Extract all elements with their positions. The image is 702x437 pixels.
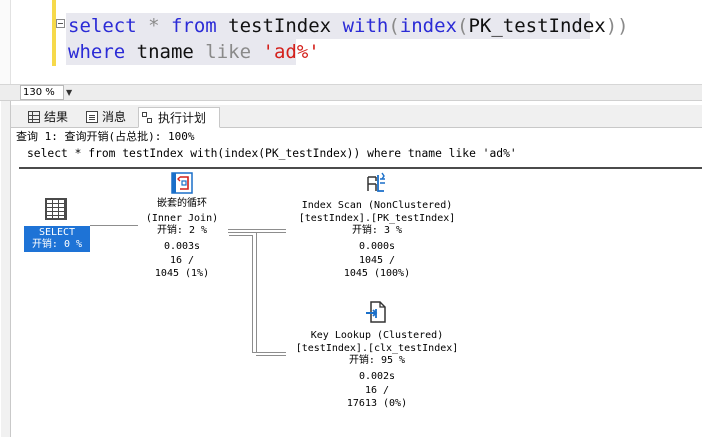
- tab-messages-label: 消息: [102, 110, 127, 124]
- select-node[interactable]: SELECT 开销: 0 %: [24, 226, 90, 252]
- key-lookup-name: Key Lookup (Clustered): [310, 330, 444, 341]
- nested-loop-estimate: 1045 (1%): [154, 268, 210, 279]
- tab-results[interactable]: 结果: [25, 107, 77, 127]
- query-text: select * from testIndex with(index(PK_te…: [27, 147, 517, 160]
- keyword-from: from: [170, 15, 217, 37]
- collapse-icon[interactable]: [56, 19, 65, 28]
- keyword-like: like: [205, 41, 252, 63]
- connector-nl-lookup-c: [256, 233, 257, 353]
- change-tracking-bar: [52, 0, 56, 66]
- paren-token: )): [605, 15, 629, 37]
- string-literal: 'ad%': [262, 41, 320, 63]
- index-scan-time: 0.000s: [358, 241, 396, 252]
- nested-loop-icon[interactable]: [170, 171, 194, 195]
- select-node-cost: 开销: 0 %: [31, 239, 83, 250]
- keyword-with: with: [342, 15, 389, 37]
- tab-execution-plan-label: 执行计划: [158, 110, 207, 125]
- results-tabbar: 结果 消息 执行计划: [11, 105, 702, 128]
- index-scan-rows: 1045 /: [358, 255, 396, 266]
- select-node-icon[interactable]: [45, 198, 67, 220]
- star-token: *: [136, 15, 171, 37]
- nested-loop-cost: 开销: 2 %: [156, 225, 208, 236]
- index-name-token: PK_testIndex: [468, 15, 606, 37]
- zoom-bar: 130 % ▼: [0, 84, 702, 101]
- index-scan-name: Index Scan (NonClustered): [301, 200, 453, 211]
- code-line-2[interactable]: where tname like 'ad%': [68, 39, 320, 65]
- tab-messages[interactable]: 消息: [83, 107, 139, 127]
- key-lookup-estimate: 17613 (0%): [346, 398, 408, 409]
- index-scan-estimate: 1045 (100%): [343, 268, 411, 279]
- nested-loop-time: 0.003s: [163, 241, 201, 252]
- sql-editor[interactable]: select * from testIndex with(index(PK_te…: [0, 0, 702, 84]
- connector-nl-lookup-d: [252, 352, 286, 353]
- results-left-margin: [1, 101, 10, 437]
- key-lookup-icon[interactable]: [364, 300, 388, 324]
- tab-results-label: 结果: [44, 110, 69, 124]
- plan-separator: [19, 167, 702, 169]
- grid-icon: [28, 111, 40, 123]
- tab-execution-plan[interactable]: 执行计划: [138, 107, 220, 128]
- table-name-token: testIndex: [216, 15, 343, 37]
- code-line-1[interactable]: select * from testIndex with(index(PK_te…: [68, 13, 629, 39]
- connector-nl-lookup-b: [252, 235, 253, 352]
- chevron-down-icon[interactable]: ▼: [66, 88, 72, 97]
- keyword-select: select: [68, 15, 137, 37]
- select-node-name: SELECT: [38, 227, 76, 238]
- zoom-dropdown[interactable]: 130 %: [20, 85, 64, 100]
- keyword-where: where: [68, 41, 126, 63]
- execution-plan-icon: [142, 111, 154, 124]
- key-lookup-time: 0.002s: [358, 371, 396, 382]
- key-lookup-rows: 16 /: [364, 385, 390, 396]
- key-lookup-cost: 开销: 95 %: [348, 355, 406, 366]
- keyword-index: index: [399, 15, 457, 37]
- nested-loop-name: 嵌套的循环: [157, 198, 207, 209]
- index-scan-icon[interactable]: [364, 171, 388, 195]
- paren-token: (: [457, 15, 469, 37]
- editor-left-margin: [0, 0, 11, 84]
- query-cost-header: 查询 1: 查询开销(占总批): 100%: [16, 130, 195, 143]
- column-token: tname: [125, 41, 206, 63]
- messages-icon: [86, 111, 98, 123]
- index-scan-cost: 开销: 3 %: [351, 225, 403, 236]
- paren-token: (: [388, 15, 400, 37]
- nested-loop-rows: 16 /: [169, 255, 195, 266]
